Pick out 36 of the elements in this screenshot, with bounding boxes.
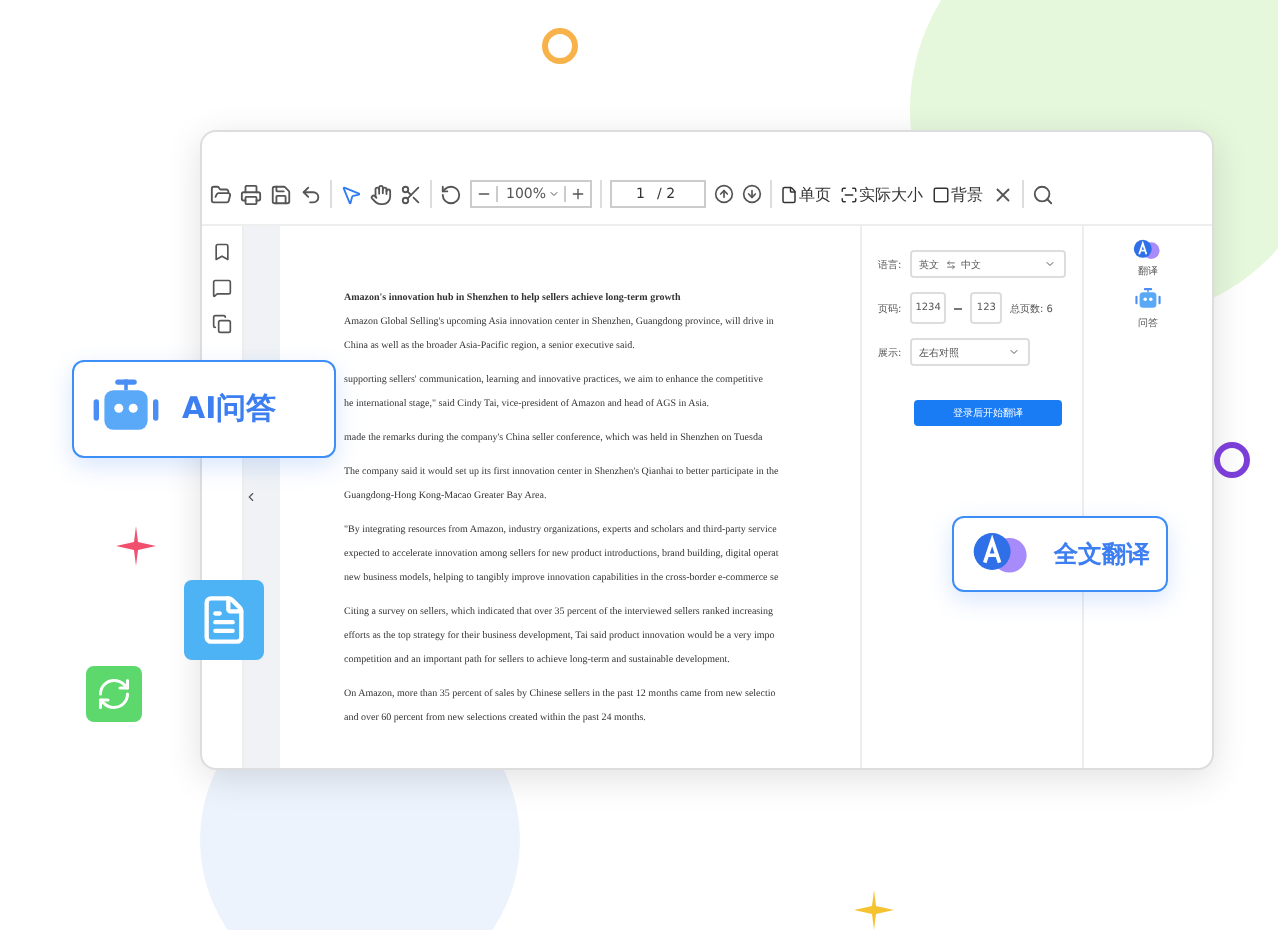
checkbox-icon — [931, 185, 950, 203]
robot-icon — [1134, 286, 1162, 314]
save-icon[interactable] — [270, 183, 292, 205]
feature-label: 全文翻译 — [1054, 537, 1150, 571]
ring-decoration — [542, 28, 578, 64]
ring-decoration — [1214, 442, 1250, 478]
refresh-icon — [86, 666, 142, 722]
feature-label: AI问答 — [182, 390, 277, 428]
actual-size-icon — [839, 185, 858, 203]
rotate-icon[interactable] — [440, 183, 462, 205]
bookmark-icon[interactable] — [212, 242, 232, 262]
toolbar-button[interactable]: 背景 — [931, 183, 984, 205]
close-icon[interactable] — [991, 183, 1014, 205]
undo-icon[interactable] — [300, 183, 322, 205]
scissors-icon[interactable] — [400, 183, 422, 205]
next-page-icon[interactable] — [741, 184, 762, 204]
pages-icon[interactable] — [212, 314, 232, 334]
plus-icon — [570, 186, 587, 202]
translate-icon — [1132, 238, 1164, 262]
sparkle-icon — [854, 890, 894, 930]
hand-icon[interactable] — [370, 183, 392, 205]
caret-icon — [548, 188, 561, 200]
toolbar-button[interactable]: 实际大小 — [839, 183, 924, 205]
collapse-icon[interactable] — [244, 490, 258, 504]
toolbar-button[interactable]: 单页 — [779, 183, 832, 205]
folder-icon[interactable] — [210, 183, 232, 205]
swap-icon — [945, 259, 956, 269]
search-icon[interactable] — [1031, 183, 1054, 205]
print-icon[interactable] — [240, 183, 262, 205]
caret-icon — [1007, 346, 1020, 358]
page-icon — [779, 185, 798, 203]
comment-icon[interactable] — [212, 278, 232, 298]
sparkle-icon — [116, 526, 156, 566]
caret-icon — [1044, 258, 1056, 270]
previous-page-icon[interactable] — [713, 184, 734, 204]
cursor-icon[interactable] — [340, 183, 362, 205]
